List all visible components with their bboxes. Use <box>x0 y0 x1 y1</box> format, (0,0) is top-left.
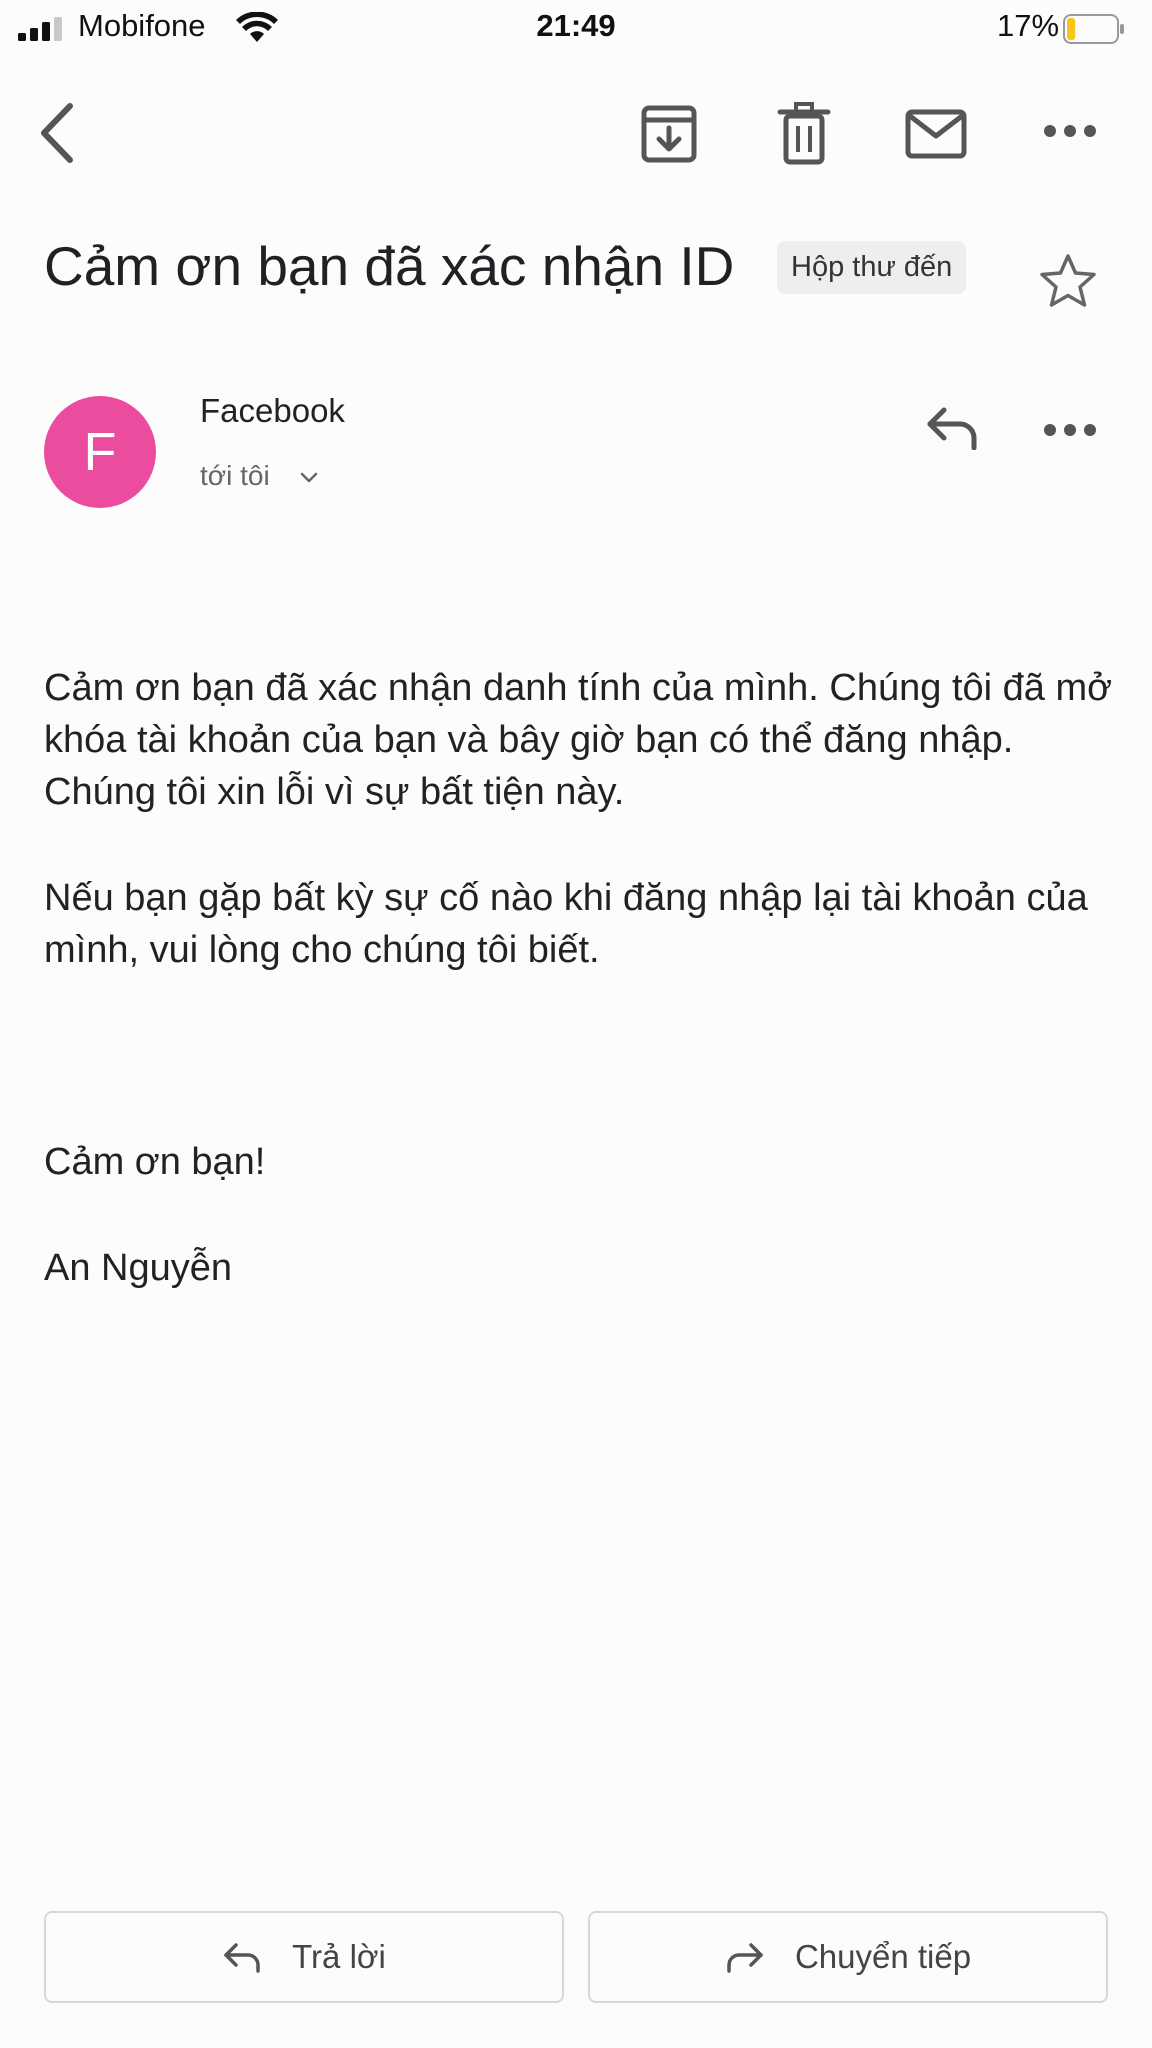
star-button[interactable] <box>1038 252 1098 310</box>
chevron-down-icon[interactable] <box>299 470 319 486</box>
sender-avatar[interactable]: F <box>44 396 156 508</box>
email-subject: Cảm ơn bạn đã xác nhận ID <box>44 235 735 297</box>
recipient-text[interactable]: tới tôi <box>200 460 270 492</box>
message-more-button[interactable] <box>1040 415 1100 445</box>
reply-icon-button[interactable] <box>924 404 980 450</box>
forward-button[interactable]: Chuyển tiếp <box>588 1911 1108 2003</box>
inbox-label-chip[interactable]: Hộp thư đến <box>777 241 967 294</box>
archive-button[interactable] <box>640 104 698 164</box>
back-icon <box>41 103 73 163</box>
reply-icon <box>224 1943 260 1973</box>
body-paragraph: Cảm ơn bạn đã xác nhận danh tính của mìn… <box>44 667 1113 813</box>
battery-icon <box>1063 14 1124 44</box>
delete-button[interactable] <box>776 102 832 166</box>
forward-icon <box>727 1943 763 1973</box>
reply-icon <box>927 407 977 450</box>
more-icon <box>1044 125 1096 137</box>
reply-label: Trả lời <box>292 1938 386 1975</box>
reply-button[interactable]: Trả lời <box>44 1911 564 2003</box>
archive-icon <box>641 105 697 163</box>
more-icon <box>1044 424 1096 436</box>
clock: 21:49 <box>536 8 616 43</box>
forward-label: Chuyển tiếp <box>794 1938 972 1975</box>
back-button[interactable] <box>30 100 86 166</box>
trash-icon <box>777 102 831 165</box>
status-bar: Mobifone 21:49 17% <box>0 0 1152 60</box>
sender-name: Facebook <box>200 392 345 429</box>
body-paragraph: Nếu bạn gặp bất kỳ sự cố nào khi đăng nh… <box>44 877 1088 971</box>
star-icon <box>1040 254 1096 307</box>
mail-icon <box>905 109 967 159</box>
more-options-button[interactable] <box>1040 116 1100 146</box>
mark-unread-button[interactable] <box>904 108 968 160</box>
closing-text: Cảm ơn bạn! <box>44 1141 266 1183</box>
signature-text: An Nguyễn <box>44 1247 233 1289</box>
battery-percent: 17% <box>997 8 1060 43</box>
